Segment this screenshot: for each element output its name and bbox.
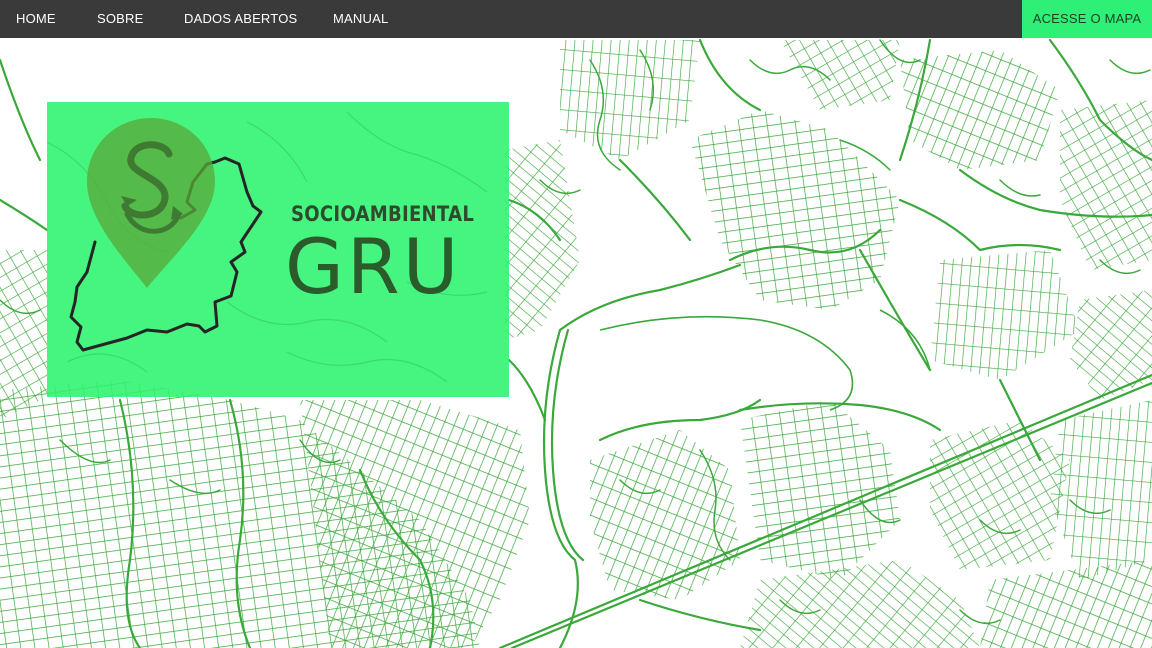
page: HOME SOBRE DADOS ABERTOS MANUAL ACESSE O… <box>0 0 1152 648</box>
top-navigation: HOME SOBRE DADOS ABERTOS MANUAL ACESSE O… <box>0 0 1152 38</box>
brand-logo-panel: SOCIOAMBIENTAL GRU <box>47 102 509 397</box>
brand-title: GRU <box>285 222 462 311</box>
access-map-button[interactable]: ACESSE O MAPA <box>1022 0 1152 38</box>
nav-manual-link[interactable]: MANUAL <box>333 0 388 38</box>
nav-home-link[interactable]: HOME <box>16 0 56 38</box>
map-pin-s-recycle-icon <box>87 118 215 288</box>
nav-dados-abertos-link[interactable]: DADOS ABERTOS <box>184 0 297 38</box>
nav-sobre-link[interactable]: SOBRE <box>97 0 144 38</box>
